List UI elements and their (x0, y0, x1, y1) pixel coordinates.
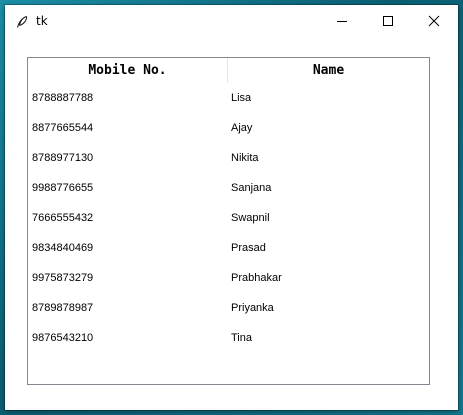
table-row[interactable]: 8788977130 Nikita (28, 143, 429, 173)
cell-mobile: 9975873279 (32, 272, 94, 284)
cell-mobile: 9876543210 (32, 332, 94, 344)
cell-name: Prabhakar (231, 272, 282, 284)
maximize-button[interactable] (365, 5, 411, 37)
cell-name: Tina (231, 332, 252, 344)
window-title: tk (36, 14, 48, 28)
cell-name: Nikita (231, 152, 259, 164)
maximize-icon (382, 15, 394, 27)
feather-icon (15, 14, 29, 28)
app-window: tk Mobile No. Name 8788887788 Lisa 88776… (5, 5, 458, 410)
cell-mobile: 9834840469 (32, 242, 94, 254)
cell-name: Ajay (231, 122, 253, 134)
cell-mobile: 9988776655 (32, 182, 94, 194)
cell-name: Priyanka (231, 302, 274, 314)
table-row[interactable]: 9834840469 Prasad (28, 233, 429, 263)
cell-mobile: 8788887788 (32, 92, 94, 104)
table-header: Mobile No. Name (28, 58, 429, 83)
close-icon (428, 15, 440, 27)
desktop-background: tk Mobile No. Name 8788887788 Lisa 88776… (0, 0, 463, 415)
table-row[interactable]: 8877665544 Ajay (28, 113, 429, 143)
minimize-icon (336, 15, 348, 27)
cell-name: Sanjana (231, 182, 272, 194)
cell-name: Swapnil (231, 212, 270, 224)
cell-mobile: 7666555432 (32, 212, 94, 224)
table-row[interactable]: 9975873279 Prabhakar (28, 263, 429, 293)
column-header-mobile[interactable]: Mobile No. (28, 58, 228, 83)
close-button[interactable] (411, 5, 457, 37)
minimize-button[interactable] (319, 5, 365, 37)
cell-mobile: 8789878987 (32, 302, 94, 314)
table-row[interactable]: 8789878987 Priyanka (28, 293, 429, 323)
column-header-name[interactable]: Name (228, 58, 429, 83)
treeview-table[interactable]: Mobile No. Name 8788887788 Lisa 88776655… (27, 57, 430, 385)
table-row[interactable]: 9988776655 Sanjana (28, 173, 429, 203)
cell-name: Lisa (231, 92, 252, 104)
table-row[interactable]: 9876543210 Tina (28, 323, 429, 353)
table-body: 8788887788 Lisa 8877665544 Ajay 87889771… (28, 83, 429, 353)
table-row[interactable]: 8788887788 Lisa (28, 83, 429, 113)
cell-mobile: 8788977130 (32, 152, 94, 164)
table-row[interactable]: 7666555432 Swapnil (28, 203, 429, 233)
cell-name: Prasad (231, 242, 266, 254)
cell-mobile: 8877665544 (32, 122, 94, 134)
title-bar[interactable]: tk (5, 5, 458, 37)
